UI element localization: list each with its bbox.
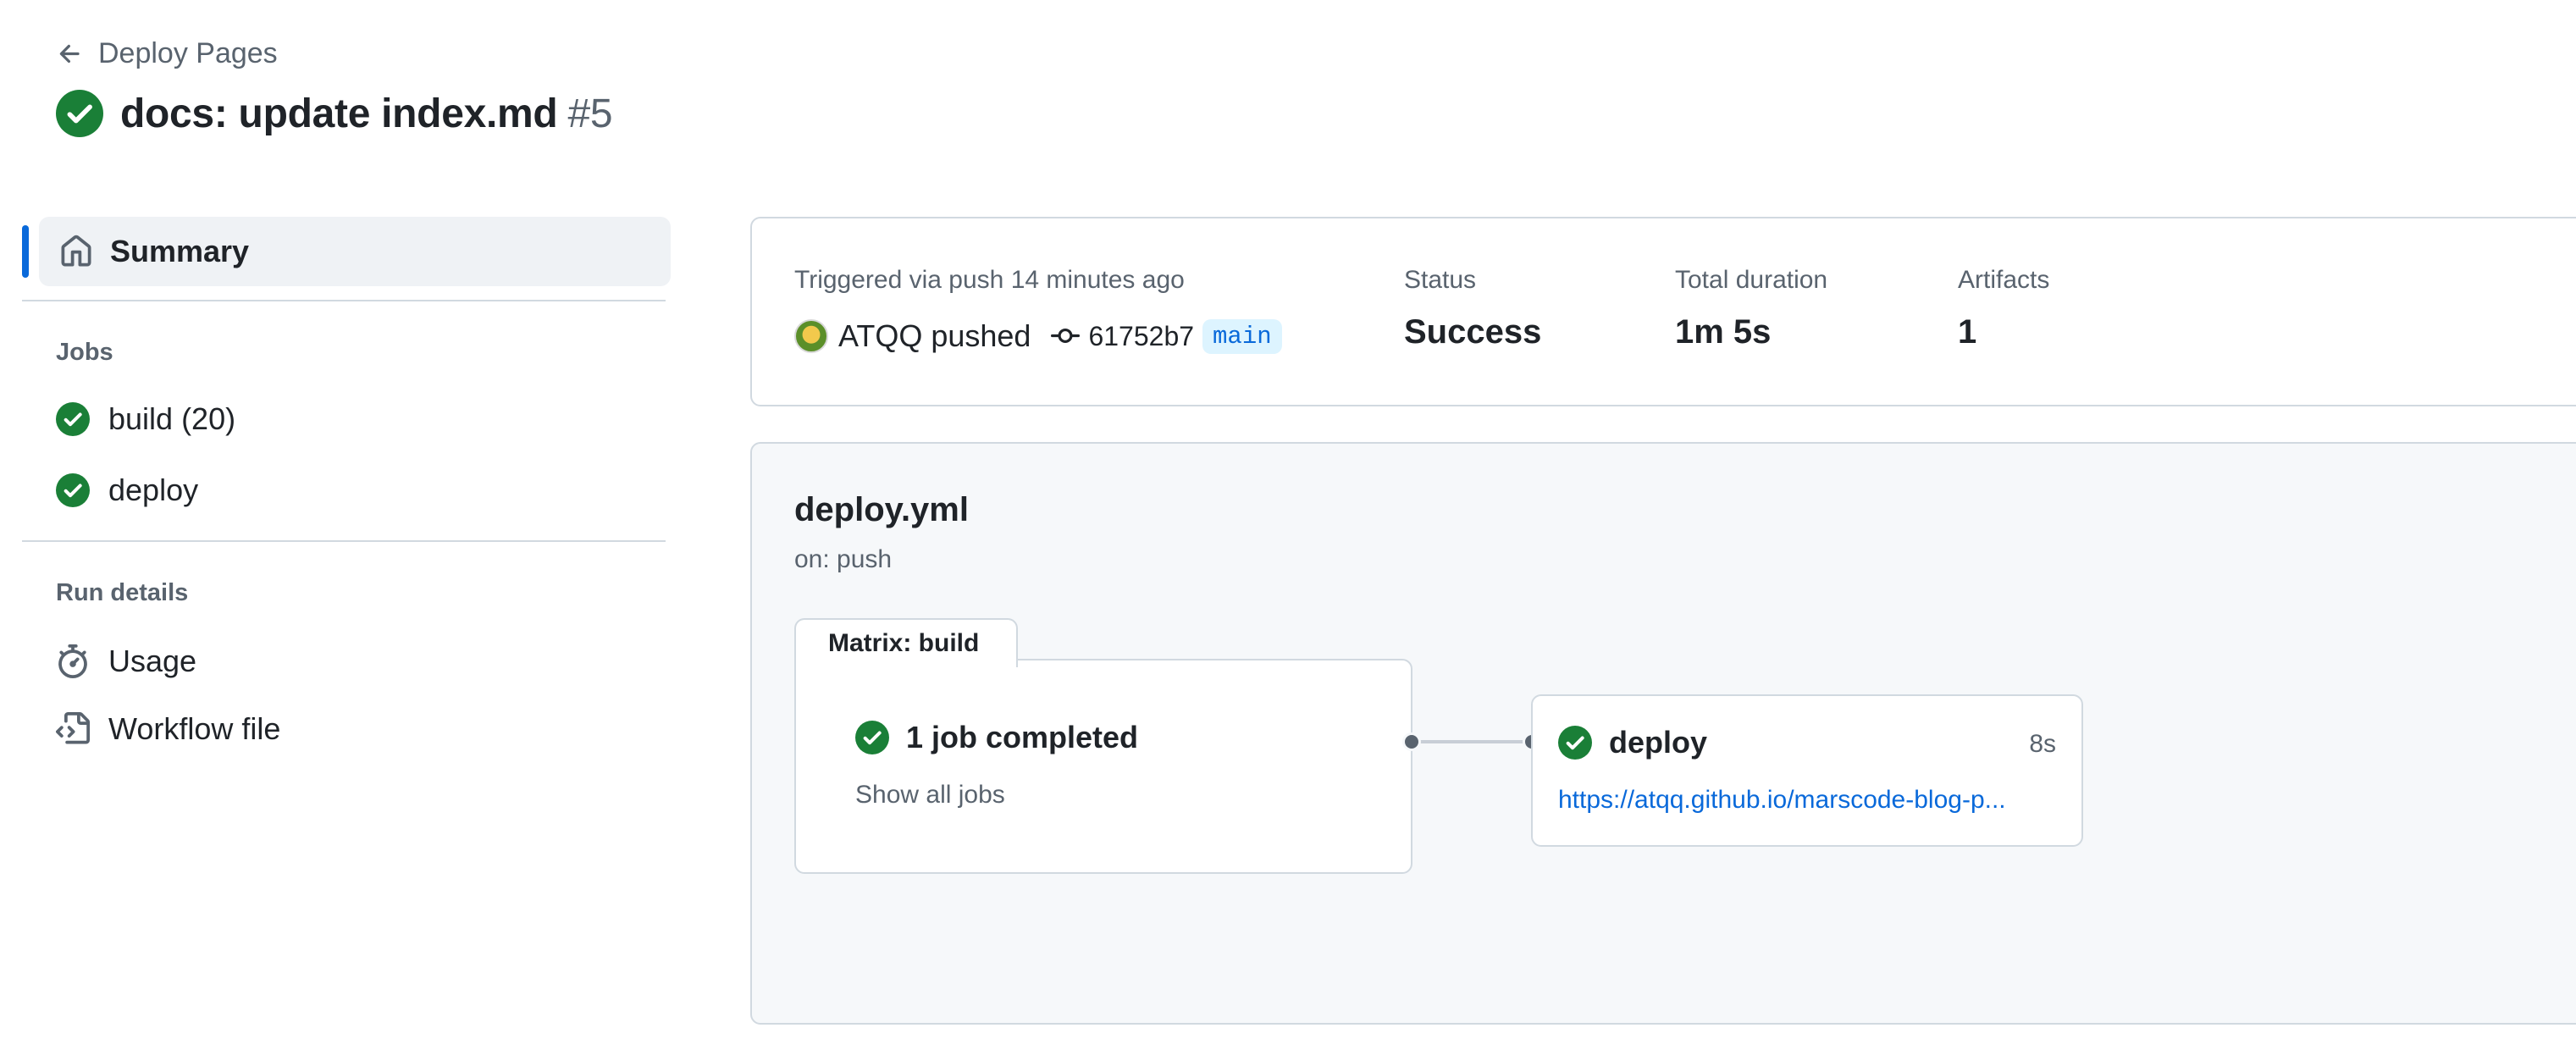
sidebar-item-job-deploy[interactable]: deploy [56, 472, 198, 508]
home-icon [61, 235, 91, 267]
deploy-job-duration: 8s [2029, 730, 2056, 758]
workflow-graph-panel: deploy.yml on: push Matrix: build 1 job … [750, 442, 2576, 1025]
run-summary-card: Triggered via push 14 minutes ago ATQQ p… [750, 217, 2576, 406]
duration-label: Total duration [1675, 266, 1828, 294]
run-title-text: docs: update index.md [120, 91, 558, 136]
sidebar-item-summary-label: Summary [110, 234, 250, 268]
deploy-job-row: deploy [1558, 725, 1707, 760]
arrow-left-icon [59, 44, 80, 63]
deploy-job-box[interactable]: deploy 8s https://atqq.github.io/marscod… [1531, 694, 2083, 847]
artifacts-stat: Artifacts 1 [1958, 266, 2049, 351]
duration-value: 1m 5s [1675, 313, 1772, 351]
success-check-icon [56, 473, 90, 507]
sidebar-item-workflow-file[interactable]: Workflow file [56, 711, 280, 747]
sidebar-item-label: Usage [108, 644, 197, 678]
sidebar-item-label: build (20) [108, 401, 236, 436]
run-title-row: docs: update index.md #5 [56, 90, 613, 137]
deploy-url-link[interactable]: https://atqq.github.io/marscode-blog-p..… [1558, 786, 2049, 815]
back-link[interactable]: Deploy Pages [56, 37, 278, 70]
success-check-icon [1558, 726, 1592, 760]
commit-sha: 61752b7 [1088, 320, 1195, 351]
status-label: Status [1404, 266, 1477, 294]
success-check-icon [855, 721, 889, 754]
trigger-text: Triggered via push 14 minutes ago [794, 266, 1185, 294]
connector-dot [1402, 732, 1421, 751]
avatar[interactable] [794, 319, 828, 353]
sidebar-item-summary[interactable]: Summary [39, 217, 671, 286]
run-number: #5 [567, 91, 613, 136]
back-link-label: Deploy Pages [98, 37, 278, 69]
artifacts-label: Artifacts [1958, 266, 2050, 294]
sidebar-divider [22, 300, 666, 301]
success-check-icon [56, 402, 90, 436]
branch-label[interactable]: main [1202, 318, 1282, 354]
file-code-icon [56, 712, 90, 744]
git-commit-icon [1051, 328, 1081, 343]
sidebar-item-label: Workflow file [108, 711, 281, 746]
status-stat: Status Success [1404, 266, 1541, 351]
page-title: docs: update index.md #5 [120, 91, 613, 137]
sidebar-item-usage[interactable]: Usage [56, 644, 196, 679]
jobs-heading: Jobs [56, 339, 113, 366]
pusher-text: ATQQ pushed [838, 318, 1031, 353]
workflow-file-name: deploy.yml [794, 491, 969, 528]
matrix-tab: Matrix: build [794, 618, 1018, 667]
matrix-build-box: 1 job completed Show all jobs [794, 659, 1412, 874]
workflow-trigger: on: push [794, 545, 893, 573]
run-details-heading: Run details [56, 579, 189, 606]
status-value: Success [1404, 313, 1542, 351]
sidebar-item-job-build[interactable]: build (20) [56, 401, 235, 437]
sidebar-item-label: deploy [108, 472, 199, 507]
duration-stat: Total duration 1m 5s [1675, 266, 1827, 351]
matrix-status-row: 1 job completed [855, 720, 1138, 755]
success-check-icon [56, 90, 103, 137]
deploy-job-name: deploy [1609, 725, 1708, 760]
sidebar-divider [22, 540, 666, 542]
commit-link[interactable]: 61752b7 [1051, 321, 1194, 352]
artifacts-value[interactable]: 1 [1958, 313, 2049, 351]
graph-connector [1411, 740, 1538, 743]
matrix-status-text: 1 job completed [906, 720, 1139, 754]
trigger-details: ATQQ pushed 61752b7 main [794, 318, 1282, 354]
stopwatch-icon [58, 644, 87, 678]
show-all-jobs-link[interactable]: Show all jobs [855, 781, 1005, 810]
summary-active-indicator [22, 225, 29, 278]
